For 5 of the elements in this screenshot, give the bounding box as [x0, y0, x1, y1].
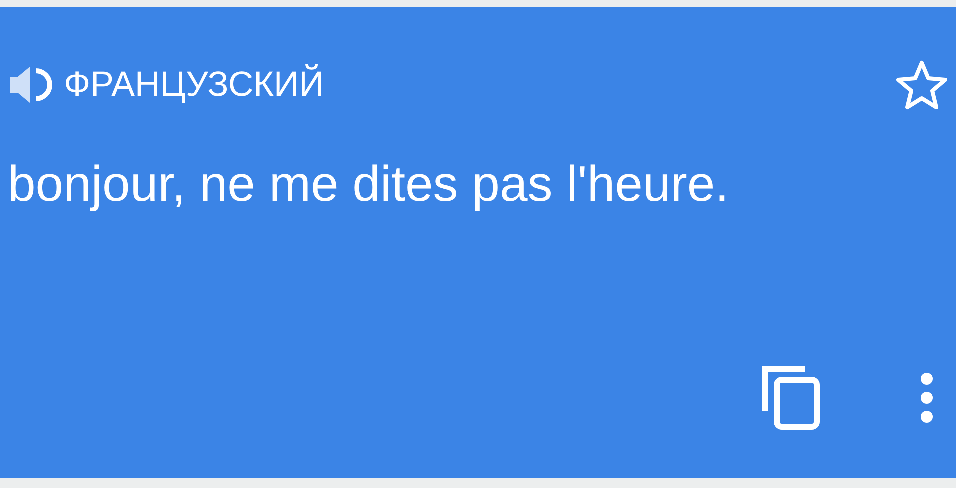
more-options-icon[interactable]	[920, 372, 934, 424]
copy-icon[interactable]	[762, 366, 820, 430]
translation-text: bonjour, ne me dites pas l'heure.	[8, 157, 730, 212]
source-language-label[interactable]: ФРАНЦУЗСКИЙ	[64, 58, 324, 112]
star-icon[interactable]	[896, 60, 948, 110]
